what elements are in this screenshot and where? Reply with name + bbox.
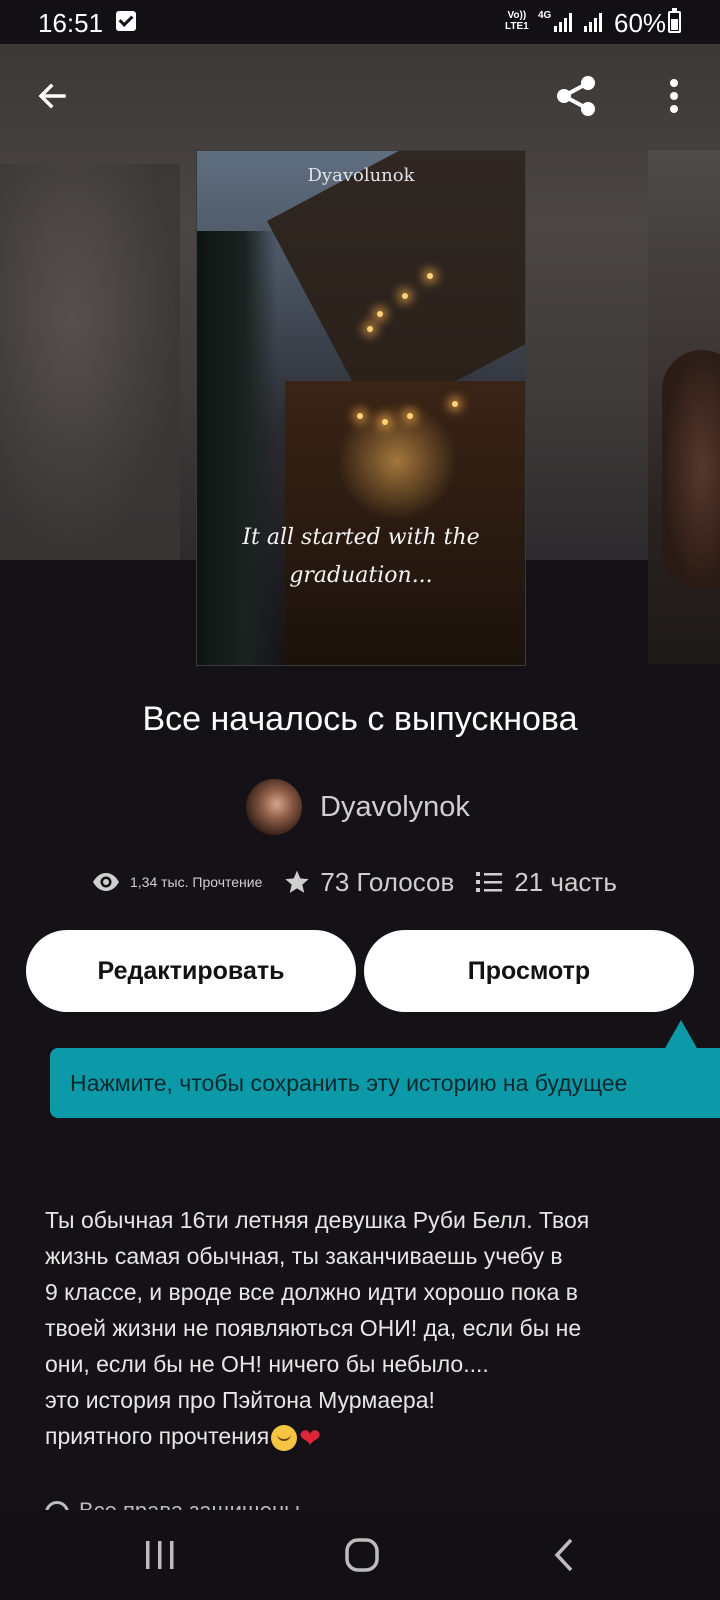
back-nav-button[interactable] (534, 1530, 594, 1580)
description-line: они, если бы не ОН! ничего бы небыло.... (45, 1351, 489, 1377)
cover-author-text: Dyavolunok (307, 165, 415, 186)
volte-indicator: Vo)) LTE1 (505, 10, 529, 32)
recent-apps-button[interactable] (130, 1530, 190, 1580)
battery-icon (668, 8, 681, 33)
status-bar: 16:51 Vo)) LTE1 4G 60% (0, 0, 720, 44)
reads-count: 1,34 тыс. Прочтение (130, 874, 263, 890)
votes-count: 73 Голосов (320, 866, 455, 897)
description-line: Ты обычная 16ти летняя девушка Руби Белл… (45, 1207, 590, 1233)
network-type-indicator: 4G (538, 10, 552, 21)
signal-icon (554, 12, 576, 32)
recent-apps-icon (146, 1541, 174, 1569)
status-time: 16:51 (38, 8, 104, 38)
author-name: Dyavolynok (320, 790, 470, 823)
story-stats: 1,34 тыс. Прочтение 73 Голосов 21 часть (92, 862, 617, 902)
parts-stat: 21 часть (476, 867, 617, 898)
system-navigation-bar (0, 1510, 720, 1600)
description-line: твоей жизни не появляються ОНИ! да, если… (45, 1315, 582, 1341)
votes-stat: 73 Голосов (284, 867, 454, 898)
share-button[interactable] (546, 66, 606, 126)
story-title: Все началось с выпускнова (142, 700, 578, 738)
description-line: 9 классе, и вроде все должно идти хорошо… (45, 1279, 578, 1305)
star-icon (285, 870, 310, 893)
eye-icon (93, 873, 119, 891)
share-icon (557, 76, 595, 116)
parts-count: 21 часть (514, 866, 617, 897)
notification-check-icon (116, 11, 136, 31)
tooltip-text: Нажмите, чтобы сохранить эту историю на … (70, 1069, 628, 1096)
description-line: это история про Пэйтона Мурмаера! (45, 1387, 435, 1413)
description-line-last: приятного прочтения ❤ (45, 1422, 322, 1453)
smiling-face-icon (271, 1424, 298, 1451)
back-button[interactable] (22, 66, 82, 126)
signal-icon-2 (584, 12, 606, 32)
tooltip-arrow (664, 1020, 698, 1050)
more-vertical-icon (670, 79, 678, 113)
next-story-cover[interactable] (648, 150, 720, 664)
cover-tagline: It all started with the graduation... (242, 525, 480, 588)
battery-percent: 60% (614, 8, 667, 38)
edit-button[interactable]: Редактировать (26, 930, 356, 1012)
view-button[interactable]: Просмотр (364, 930, 694, 1012)
chevron-left-icon (554, 1538, 573, 1572)
home-icon (345, 1538, 379, 1572)
avatar (246, 779, 302, 835)
story-cover[interactable]: Dyavolunok It all started with the gradua… (196, 150, 526, 666)
save-story-tooltip[interactable]: Нажмите, чтобы сохранить эту историю на … (50, 1048, 720, 1118)
author-link[interactable]: Dyavolynok (246, 778, 470, 836)
reads-stat: 1,34 тыс. Прочтение (92, 872, 262, 892)
more-options-button[interactable] (644, 66, 704, 126)
story-description: Ты обычная 16ти летняя девушка Руби Белл… (45, 1202, 685, 1454)
heart-icon: ❤ (299, 1422, 322, 1453)
list-icon (476, 872, 503, 892)
arrow-left-icon (38, 83, 66, 109)
description-line: жизнь самая обычная, ты заканчиваешь уче… (45, 1243, 563, 1269)
home-button[interactable] (332, 1530, 392, 1580)
